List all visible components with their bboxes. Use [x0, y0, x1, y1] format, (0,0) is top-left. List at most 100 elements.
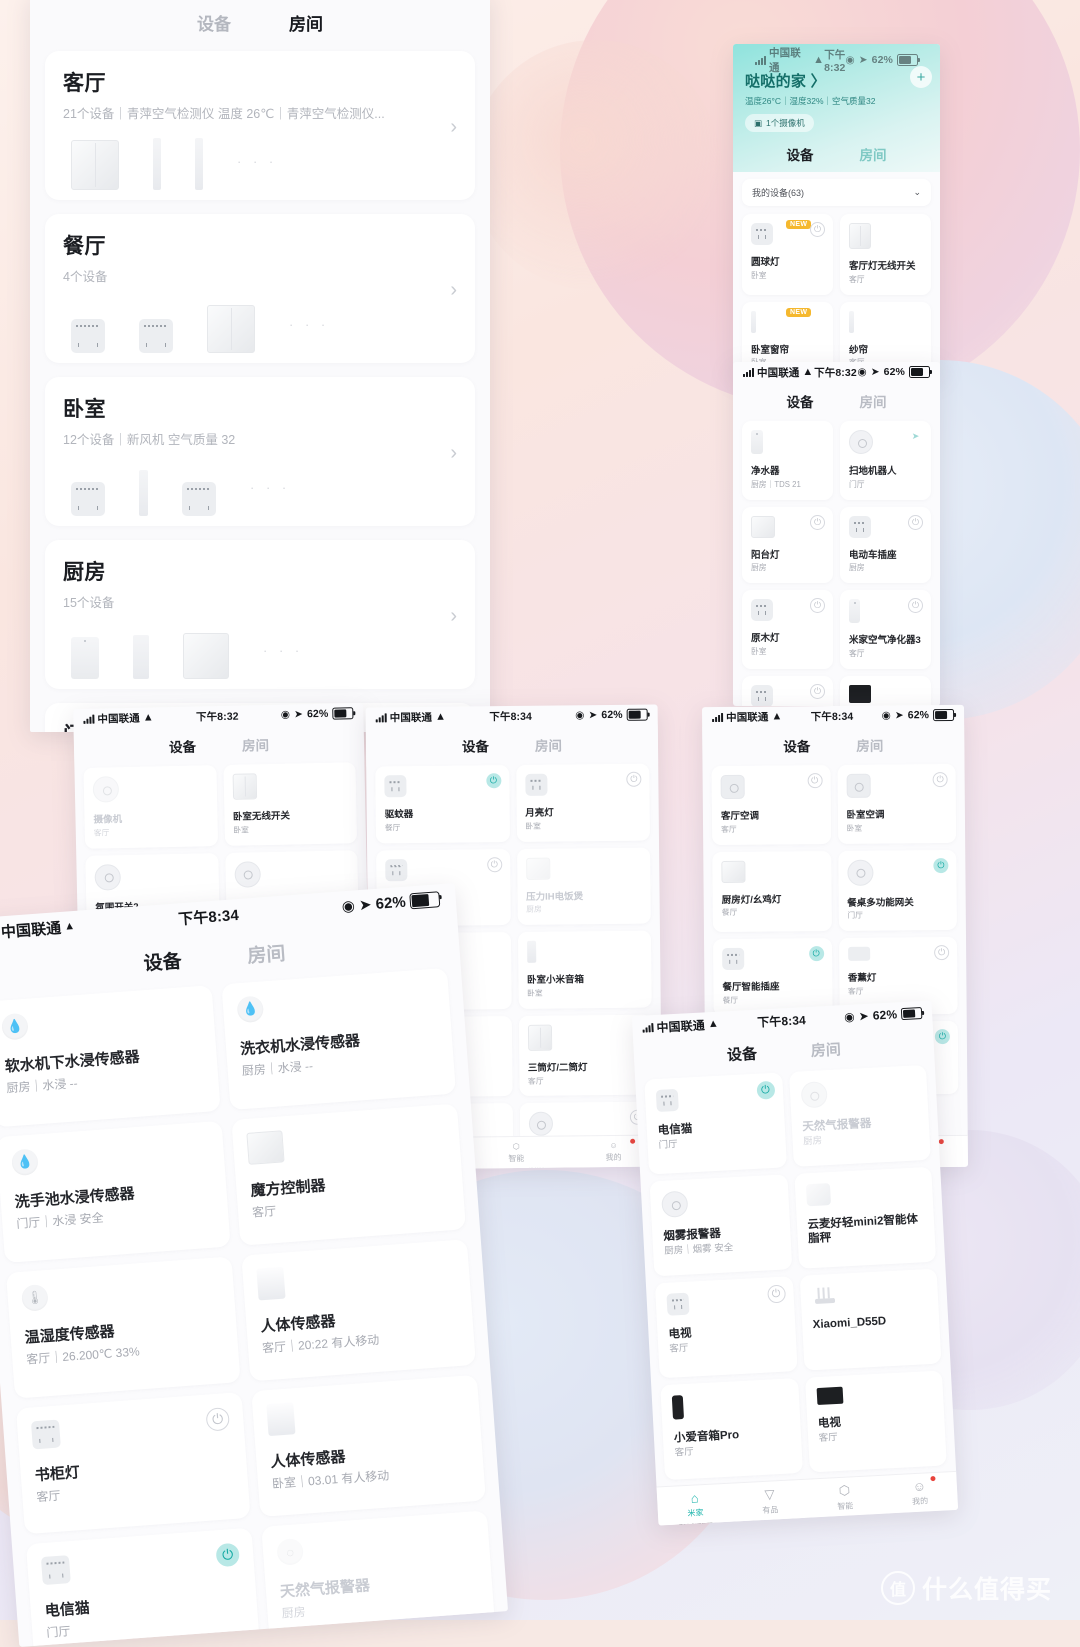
device-card[interactable]: ⏻ 电信猫 门厅: [644, 1072, 787, 1175]
power-toggle[interactable]: ⏻: [908, 514, 923, 530]
device-card[interactable]: ⏻ 客厅空调 客厅: [711, 765, 831, 845]
device-card[interactable]: ⏻ 增压泵 厨房: [742, 675, 833, 706]
device-card[interactable]: ⏻ 驱蚊器 餐厅: [375, 765, 510, 844]
room-thumbs: · · ·: [63, 458, 457, 516]
device-card[interactable]: 净水器 厨房｜TDS 21: [742, 421, 833, 500]
power-toggle[interactable]: ⏻: [215, 1542, 241, 1568]
chevron-down-icon[interactable]: ⌄: [913, 187, 921, 198]
tab-devices[interactable]: 设备: [787, 144, 814, 164]
chevron-right-icon[interactable]: ›: [450, 605, 457, 628]
device-card[interactable]: 客厅灯无线开关 客厅: [840, 214, 931, 295]
room-card-kitchen[interactable]: 厨房 15个设备 › · · ·: [45, 540, 475, 689]
room-card-diningroom[interactable]: 餐厅 4个设备 › · · ·: [45, 214, 475, 363]
tab-devices[interactable]: 设备: [726, 1043, 758, 1066]
device-card[interactable]: 烟雾报警器 厨房｜烟雾 安全: [649, 1174, 792, 1277]
power-toggle[interactable]: ⏻: [755, 1080, 775, 1100]
device-card[interactable]: 💧 软水机下水浸传感器 厨房｜水浸 --: [0, 985, 221, 1128]
device-card[interactable]: ⏻ 米家空气净化器3 客厅: [840, 590, 931, 669]
device-card[interactable]: 小爱音箱Pro 客厅: [660, 1378, 803, 1481]
device-card[interactable]: ⏻ 原木灯 卧室: [742, 590, 833, 669]
device-card[interactable]: ⏻ 书柜灯 客厅: [15, 1392, 251, 1535]
power-toggle[interactable]: ⏻: [932, 772, 948, 788]
device-card[interactable]: 摄像机 客厅: [83, 765, 218, 849]
status-bar: 中国联通 ▲ 下午8:32 ◉ ➤ 62%: [733, 362, 940, 382]
device-card[interactable]: 💧 洗衣机水浸传感器 厨房｜水浸 --: [221, 967, 457, 1111]
nav-smart[interactable]: ⬡ 智能: [467, 1136, 565, 1168]
power-toggle[interactable]: ⏻: [810, 683, 825, 699]
device-card[interactable]: ⏻ 餐桌多功能网关 门厅: [837, 849, 957, 932]
device-card[interactable]: 魔方控制器 客厅: [231, 1103, 466, 1246]
room-card-bedroom[interactable]: 卧室 12个设备｜新风机 空气质量 32 › · · ·: [45, 377, 475, 526]
device-grid: ⏻ 电信猫 门厅 天然气报警器 厨房 烟雾报警器 厨房｜烟雾 安全 云麦好轻mi…: [635, 1064, 958, 1526]
switch-thumb: [721, 860, 746, 883]
device-card[interactable]: NEW ⏻ 圆球灯 卧室: [742, 214, 833, 295]
add-device-button[interactable]: +: [910, 66, 932, 88]
device-card[interactable]: 人体传感器 客厅｜20:22 有人移动: [241, 1239, 476, 1382]
tab-rooms[interactable]: 房间: [289, 10, 323, 35]
nav-smart[interactable]: ⬡ 智能: [806, 1476, 883, 1518]
chevron-right-icon[interactable]: ›: [450, 279, 457, 302]
tab-devices[interactable]: 设备: [143, 946, 183, 976]
power-toggle[interactable]: ⏻: [934, 945, 950, 961]
power-toggle[interactable]: ⏻: [807, 773, 823, 789]
power-toggle[interactable]: ⏻: [810, 598, 825, 614]
nav-mijia[interactable]: ⌂ 米家: [657, 1484, 734, 1526]
tab-devices[interactable]: 设备: [197, 10, 231, 35]
tab-devices[interactable]: 设备: [787, 391, 814, 411]
tab-devices[interactable]: 设备: [783, 735, 810, 755]
nav-youpin[interactable]: ▽ 有品: [731, 1480, 808, 1522]
tab-devices[interactable]: 设备: [462, 735, 489, 755]
chevron-right-icon[interactable]: ›: [450, 442, 457, 465]
tab-devices[interactable]: 设备: [169, 736, 196, 757]
device-card[interactable]: 卧室小米音箱 卧室: [517, 930, 652, 1009]
power-toggle[interactable]: ⏻: [205, 1407, 231, 1432]
power-toggle[interactable]: ⏻: [486, 856, 502, 872]
device-card[interactable]: ⏻ 阳台灯 厨房: [742, 506, 833, 584]
tab-rooms[interactable]: 房间: [810, 1038, 842, 1061]
device-card[interactable]: 💧 洗手池水浸传感器 门厅｜水浸 安全: [0, 1120, 231, 1263]
device-card[interactable]: ⏻ 电动车插座 厨房: [840, 506, 931, 584]
camera-chip[interactable]: ▣ 1个摄像机: [745, 114, 814, 132]
tab-rooms[interactable]: 房间: [860, 144, 887, 164]
device-card[interactable]: 人体传感器 卧室｜03.01 有人移动: [251, 1374, 486, 1517]
power-toggle[interactable]: ⏻: [810, 222, 825, 237]
device-card[interactable]: 天然气报警器 厨房: [788, 1064, 931, 1167]
nav-mine[interactable]: ☺ 我的: [881, 1472, 958, 1514]
device-card[interactable]: ⏻ 卧室空调 卧室: [836, 763, 957, 844]
device-card[interactable]: ➤ 扫地机器人 门厅: [840, 421, 931, 500]
device-card[interactable]: Xiaomi_D55D: [799, 1268, 942, 1371]
power-toggle[interactable]: ⏻: [626, 771, 642, 787]
tab-rooms[interactable]: 房间: [860, 391, 887, 411]
device-card[interactable]: 卧室无线开关 卧室: [222, 762, 358, 846]
power-toggle[interactable]: ⏻: [933, 857, 949, 873]
power-toggle[interactable]: ⏻: [485, 773, 501, 789]
power-toggle[interactable]: ⏻: [808, 946, 824, 962]
power-toggle[interactable]: ➤: [908, 429, 923, 444]
motion-sensor-thumb: [266, 1402, 296, 1437]
tab-rooms[interactable]: 房间: [246, 939, 286, 969]
device-name: 纱帘: [849, 344, 869, 356]
device-card[interactable]: ⏻ 月亮灯 卧室: [515, 763, 650, 842]
device-card[interactable]: 电视 客厅: [804, 1370, 947, 1473]
tab-rooms[interactable]: 房间: [535, 734, 562, 754]
clock: 下午8:32: [195, 710, 239, 724]
chevron-right-icon[interactable]: ›: [450, 116, 457, 139]
tab-rooms[interactable]: 房间: [242, 734, 269, 755]
device-card[interactable]: ⏻ 电视 客厅: [654, 1276, 798, 1379]
power-toggle[interactable]: ⏻: [810, 514, 825, 530]
room-card-livingroom[interactable]: 客厅 21个设备｜青萍空气检测仪 温度 26℃｜青萍空气检测仪... › · ·…: [45, 51, 475, 200]
power-toggle[interactable]: ⏻: [908, 598, 923, 614]
device-card[interactable]: 🌡 温湿度传感器 客厅｜26.200℃ 33%: [5, 1256, 241, 1399]
power-toggle[interactable]: ⏻: [766, 1284, 786, 1304]
device-card[interactable]: 压力IH电饭煲 厨房: [516, 847, 651, 926]
my-devices-dropdown[interactable]: 我的设备(63) ⌄: [742, 179, 931, 206]
power-toggle[interactable]: ⏻: [934, 1028, 950, 1044]
device-card[interactable]: 厨房灯/幺鸡灯 餐厅: [712, 850, 832, 933]
device-card[interactable]: ◌ 天然气报警器 厨房: [261, 1510, 496, 1647]
nav-label: 有品: [762, 1505, 779, 1516]
device-card[interactable]: 青萍空气检测仪 客厅｜PM2.5 0.9ug/m³: [840, 675, 931, 706]
device-card[interactable]: ⏻ 餐厅智能插座 餐厅: [713, 938, 833, 1016]
device-card[interactable]: 云麦好轻mini2智能体脂秤: [793, 1166, 937, 1269]
device-card[interactable]: ⏻ 电信猫 门厅: [25, 1527, 261, 1647]
tab-rooms[interactable]: 房间: [856, 735, 883, 755]
